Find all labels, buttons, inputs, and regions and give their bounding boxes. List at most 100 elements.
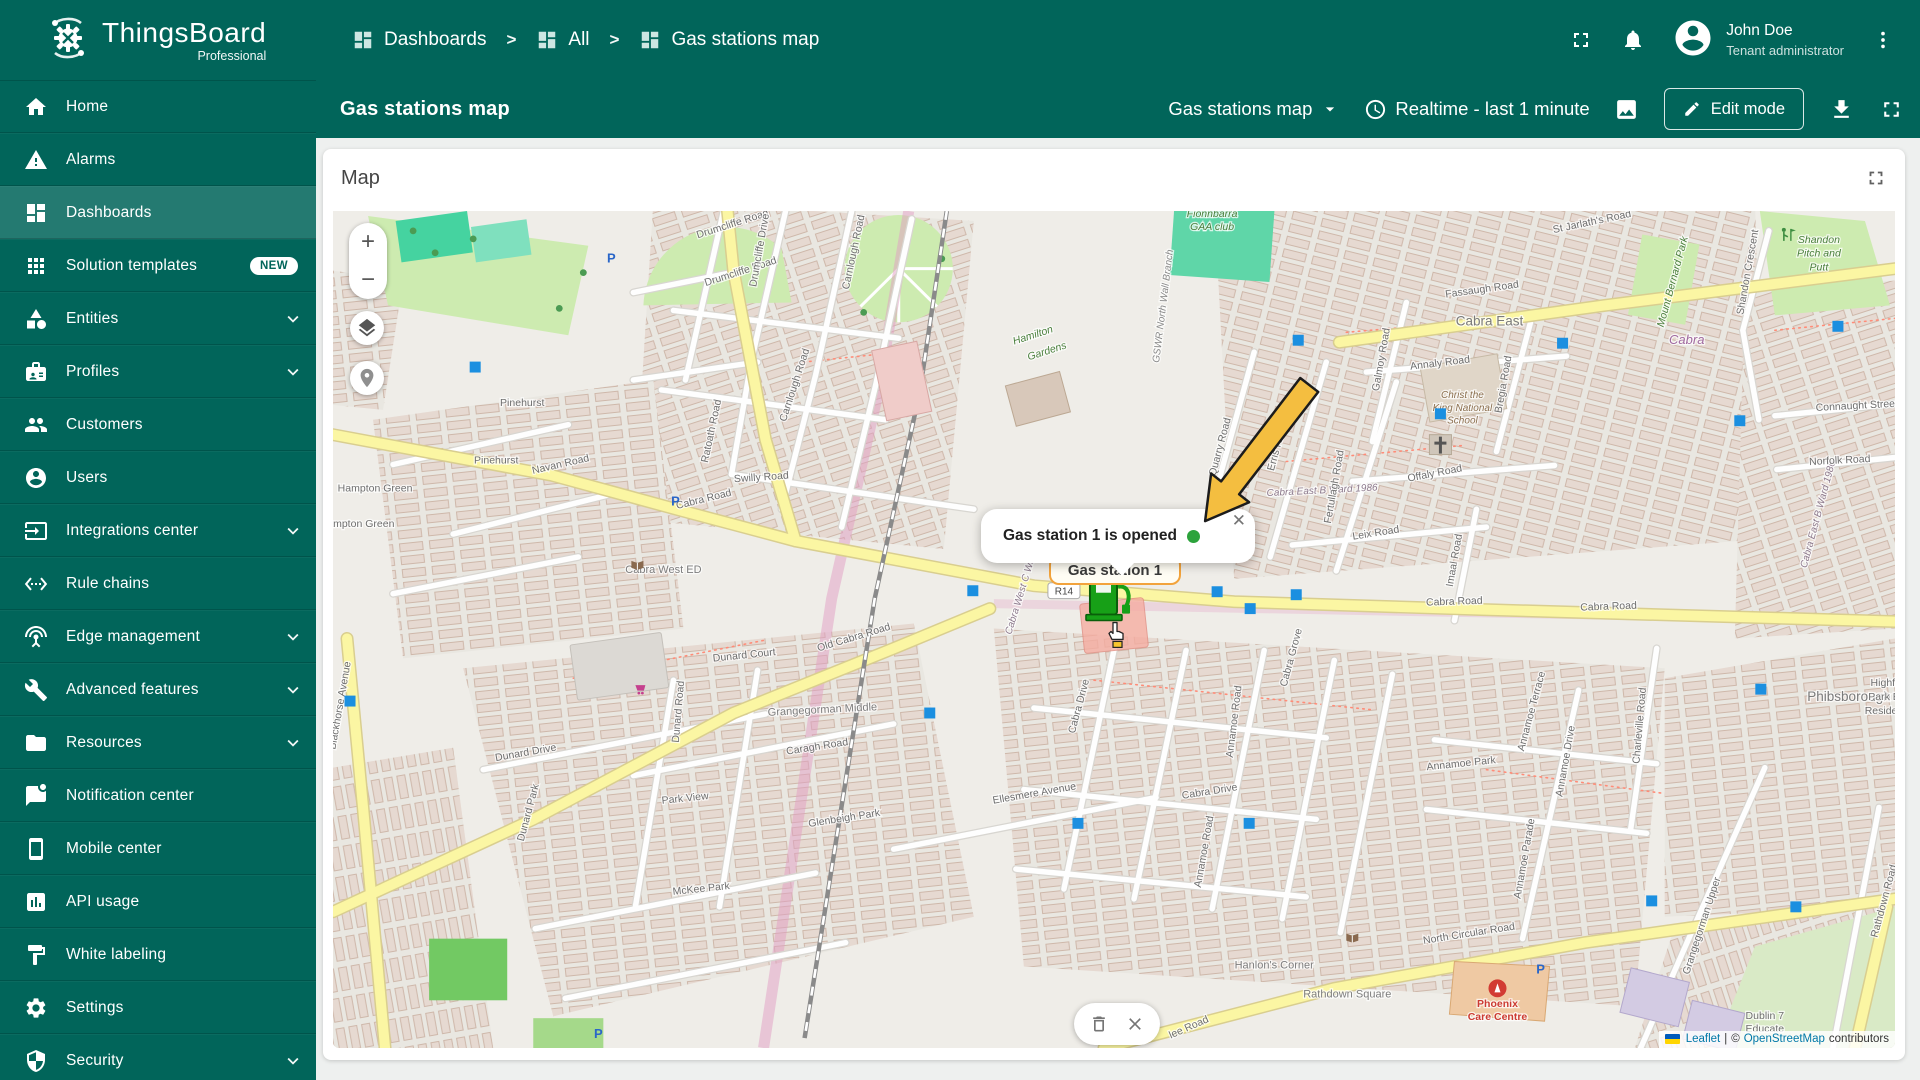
svg-text:Park E: Park E xyxy=(1868,692,1895,703)
entity-marker[interactable] xyxy=(924,707,936,719)
map-layers-button[interactable] xyxy=(350,311,384,345)
sidebar-item-resources[interactable]: Resources xyxy=(0,716,316,769)
breadcrumb-item[interactable]: Gas stations map xyxy=(639,29,819,51)
leaflet-link[interactable]: Leaflet xyxy=(1686,1033,1721,1045)
sidebar-item-label: API usage xyxy=(66,892,140,910)
dashboard-icon xyxy=(642,31,659,49)
timewindow-button[interactable]: Realtime - last 1 minute xyxy=(1364,98,1590,121)
poi-phoenix-icon xyxy=(1488,979,1507,998)
tooltip-close-icon[interactable]: ✕ xyxy=(1232,511,1246,531)
dashboard-content: Map R14 Drumcliffe Road Drumcliffe Road Dru… xyxy=(316,138,1920,1080)
sidebar-item-notification[interactable]: Notification center xyxy=(0,769,316,822)
user-menu[interactable]: John Doe Tenant administrator xyxy=(1672,17,1844,64)
sidebar-item-entities[interactable]: Entities xyxy=(0,292,316,345)
poi-parking-icon: P xyxy=(607,251,616,266)
map-zoom-control: + − xyxy=(349,223,387,299)
svg-text:Cabra Road: Cabra Road xyxy=(1426,596,1483,609)
tooltip-text: Gas station 1 is opened xyxy=(1003,527,1177,544)
sidebar-item-dashboards[interactable]: Dashboards xyxy=(0,186,316,239)
sidebar-item-mobile[interactable]: Mobile center xyxy=(0,822,316,875)
chevron-down-icon xyxy=(282,1050,304,1072)
sidebar-item-customers[interactable]: Customers xyxy=(0,398,316,451)
sidebar-item-label: White labeling xyxy=(66,945,167,963)
entity-marker[interactable] xyxy=(1557,337,1569,349)
logo[interactable]: ThingsBoard Professional xyxy=(44,14,266,67)
sidebar-item-settings[interactable]: Settings xyxy=(0,981,316,1034)
entity-marker[interactable] xyxy=(344,695,356,707)
map-attribution: Leaflet | © OpenStreetMap contributors xyxy=(1658,1031,1895,1048)
svg-text:Pitch and: Pitch and xyxy=(1797,249,1842,260)
svg-text:R14: R14 xyxy=(1055,587,1074,598)
avatar xyxy=(1672,17,1714,64)
breadcrumb-item[interactable]: All xyxy=(536,29,590,51)
security-icon xyxy=(27,1049,45,1072)
zoom-out-button[interactable]: − xyxy=(349,268,387,292)
delete-marker-icon[interactable] xyxy=(1089,1014,1109,1034)
sidebar-item-api[interactable]: API usage xyxy=(0,875,316,928)
sidebar-item-integrations[interactable]: Integrations center xyxy=(0,504,316,557)
entity-marker[interactable] xyxy=(1734,415,1746,427)
svg-text:Pinehurst: Pinehurst xyxy=(500,398,544,409)
sidebar-item-label: Edge management xyxy=(66,627,200,645)
entity-marker[interactable] xyxy=(1292,334,1304,346)
entity-marker[interactable] xyxy=(967,585,979,597)
sidebar-item-label: Profiles xyxy=(66,362,120,380)
download-icon[interactable] xyxy=(1828,96,1854,122)
sidebar-item-home[interactable]: Home xyxy=(0,80,316,133)
entity-marker[interactable] xyxy=(1832,320,1844,332)
entity-marker[interactable] xyxy=(1243,817,1255,829)
image-export-icon[interactable] xyxy=(1614,96,1640,122)
poi-parking-icon: P xyxy=(671,493,680,508)
sidebar-item-label: Alarms xyxy=(66,150,116,168)
leaflet-map[interactable]: R14 Drumcliffe Road Drumcliffe Road Drumcli… xyxy=(333,211,1895,1048)
dashboard-state-select[interactable]: Gas stations map xyxy=(1168,98,1340,120)
close-selection-icon[interactable] xyxy=(1125,1014,1145,1034)
sidebar-item-edge[interactable]: Edge management xyxy=(0,610,316,663)
new-badge: NEW xyxy=(249,256,298,275)
breadcrumb-label: All xyxy=(568,29,590,50)
sidebar-item-profiles[interactable]: Profiles xyxy=(0,345,316,398)
sidebar-item-label: Customers xyxy=(66,415,143,433)
svg-text:Pinehurst: Pinehurst xyxy=(474,456,518,467)
svg-text:Christ the: Christ the xyxy=(1441,390,1484,401)
zoom-in-button[interactable]: + xyxy=(349,230,387,254)
entity-marker[interactable] xyxy=(1072,817,1084,829)
sidebar-item-solution-templates[interactable]: Solution templates NEW xyxy=(0,239,316,292)
notifications-bell-icon[interactable] xyxy=(1620,27,1646,53)
entity-marker[interactable] xyxy=(1646,895,1658,907)
kebab-menu-icon[interactable] xyxy=(1870,27,1896,53)
sidebar-item-label: Resources xyxy=(66,733,142,751)
sidebar-item-users[interactable]: Users xyxy=(0,451,316,504)
integrations-icon xyxy=(25,521,47,540)
breadcrumb-item[interactable]: Dashboards xyxy=(352,29,486,51)
map-locate-button[interactable] xyxy=(350,361,384,395)
svg-text:Rathdown Square: Rathdown Square xyxy=(1303,988,1391,1000)
edit-mode-button[interactable]: Edit mode xyxy=(1663,88,1804,130)
chevron-down-icon xyxy=(282,679,304,701)
entity-marker[interactable] xyxy=(1290,589,1302,601)
page-title: Gas stations map xyxy=(340,97,510,120)
osm-link[interactable]: OpenStreetMap xyxy=(1744,1033,1825,1045)
rule-chains-icon xyxy=(24,576,48,591)
widget-fullscreen-icon[interactable] xyxy=(1865,167,1887,189)
entity-marker[interactable] xyxy=(1244,603,1256,615)
dashboard-icon xyxy=(539,31,556,49)
sidebar-item-white-labeling[interactable]: White labeling xyxy=(0,928,316,981)
entity-marker[interactable] xyxy=(469,361,481,373)
expand-fullscreen-icon[interactable] xyxy=(1878,96,1904,122)
logo-title: ThingsBoard xyxy=(102,16,267,48)
sidebar-item-advanced[interactable]: Advanced features xyxy=(0,663,316,716)
sidebar-item-label: Dashboards xyxy=(66,203,152,221)
sidebar-item-alarms[interactable]: Alarms xyxy=(0,133,316,186)
entity-marker[interactable] xyxy=(1790,901,1802,913)
entity-marker[interactable] xyxy=(1211,586,1223,598)
sidebar-item-security[interactable]: Security xyxy=(0,1034,316,1080)
entity-marker[interactable] xyxy=(1755,683,1767,695)
entity-marker[interactable] xyxy=(1434,408,1446,420)
sidebar-item-rule-chains[interactable]: Rule chains xyxy=(0,557,316,610)
chevron-down-icon xyxy=(282,308,304,330)
sidebar-item-label: Users xyxy=(66,468,108,486)
sidebar-item-label: Mobile center xyxy=(66,839,162,857)
tooltip-pointer xyxy=(1109,562,1135,576)
fullscreen-icon[interactable] xyxy=(1568,27,1594,53)
